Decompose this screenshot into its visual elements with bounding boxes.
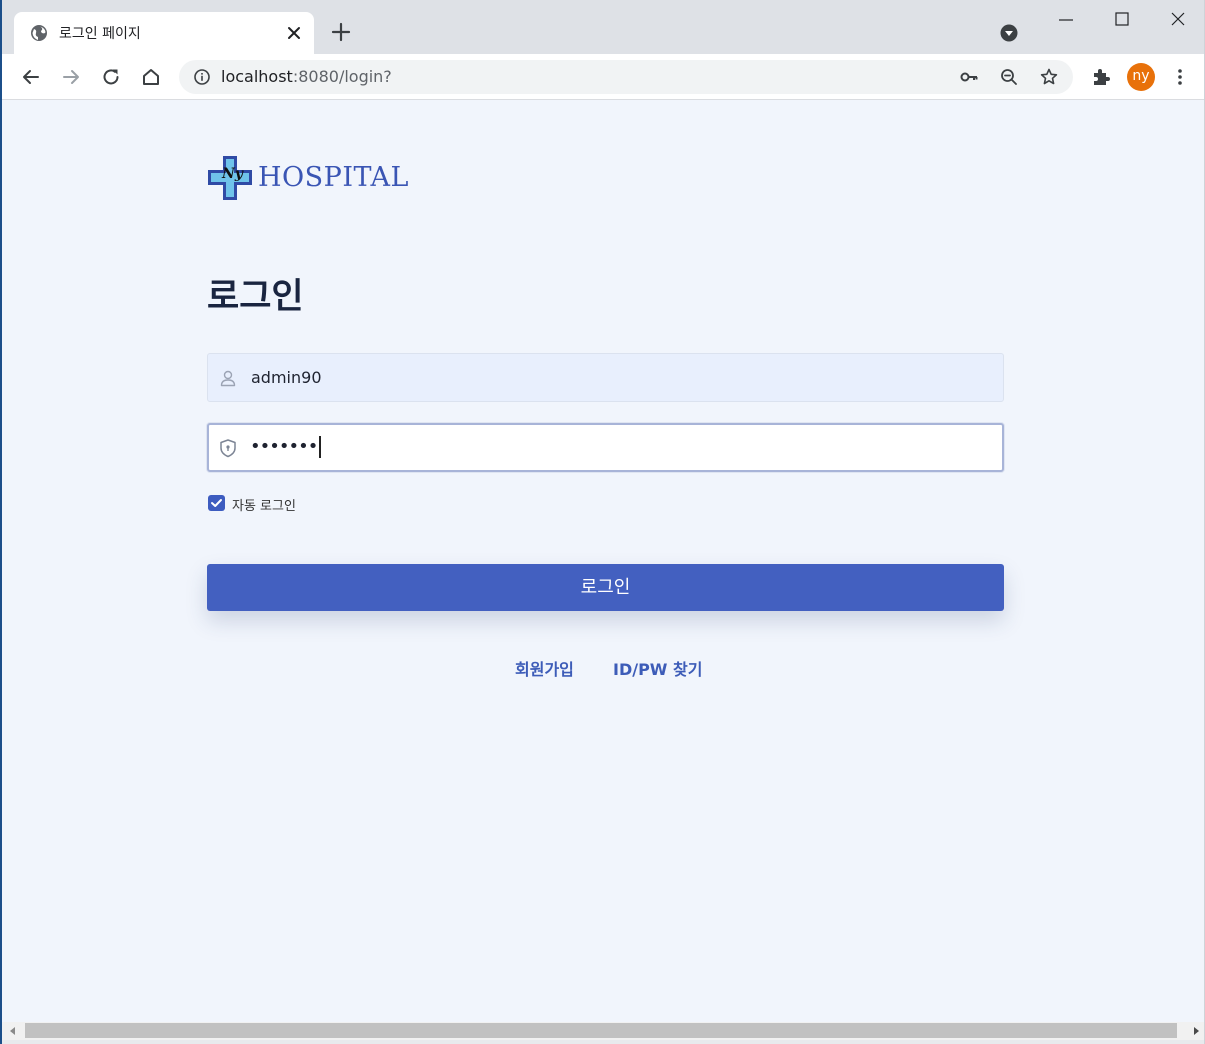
tab-title: 로그인 페이지 (59, 26, 141, 42)
hospital-logo[interactable]: Ny HOSPITAL (206, 154, 409, 204)
logo-text: HOSPITAL (258, 162, 409, 193)
window-close-icon[interactable] (1164, 8, 1192, 32)
plus-icon[interactable] (328, 19, 354, 45)
tab-strip: 로그인 페이지 (2, 0, 1204, 54)
text-caret (319, 436, 321, 458)
back-icon[interactable] (18, 64, 44, 90)
kebab-menu-icon[interactable] (1168, 65, 1192, 89)
page-title: 로그인 (207, 277, 304, 317)
close-icon[interactable] (284, 23, 304, 43)
remember-checkbox[interactable] (208, 495, 225, 511)
logo-badge: Ny (221, 166, 244, 182)
shield-lock-icon (220, 439, 236, 458)
globe-icon (31, 25, 47, 41)
horizontal-scrollbar[interactable] (2, 1022, 1204, 1040)
url-text: localhost:8080/login? (221, 67, 392, 86)
scroll-left-icon[interactable] (10, 1027, 15, 1035)
login-page: Ny HOSPITAL 로그인 admin90 ••••••• 자동 로그인 로… (2, 100, 1204, 1022)
medical-cross-icon: Ny (208, 156, 252, 200)
scrollbar-thumb[interactable] (25, 1023, 1177, 1038)
password-field[interactable]: ••••••• (207, 423, 1004, 472)
browser-tab[interactable]: 로그인 페이지 (14, 12, 314, 54)
tab-search-icon[interactable] (999, 23, 1019, 43)
minimize-icon[interactable] (1052, 8, 1080, 32)
extensions-icon[interactable] (1089, 65, 1113, 89)
star-icon[interactable] (1039, 67, 1059, 87)
home-icon[interactable] (138, 64, 164, 90)
zoom-out-icon[interactable] (999, 67, 1019, 87)
info-icon[interactable] (193, 68, 211, 86)
user-icon (220, 370, 236, 387)
signup-link[interactable]: 회원가입 (515, 656, 574, 680)
browser-toolbar: localhost:8080/login? ny (2, 54, 1204, 100)
check-icon (211, 499, 222, 507)
username-field[interactable]: admin90 (207, 353, 1004, 402)
remember-label[interactable]: 자동 로그인 (232, 495, 296, 514)
reload-icon[interactable] (98, 64, 124, 90)
forward-icon[interactable] (58, 64, 84, 90)
username-value: admin90 (251, 368, 322, 387)
address-bar[interactable]: localhost:8080/login? (179, 60, 1073, 94)
window-bottom-edge (2, 1040, 1204, 1044)
key-icon[interactable] (959, 67, 979, 87)
login-button[interactable]: 로그인 (207, 564, 1004, 611)
profile-avatar[interactable]: ny (1127, 63, 1155, 91)
scroll-right-icon[interactable] (1194, 1027, 1199, 1035)
browser-window: 로그인 페이지 localhost:8080/login? ny Ny HOSP… (0, 0, 1205, 1044)
password-value: ••••••• (250, 436, 321, 458)
find-id-pw-link[interactable]: ID/PW 찾기 (613, 656, 702, 680)
maximize-icon[interactable] (1108, 8, 1136, 32)
